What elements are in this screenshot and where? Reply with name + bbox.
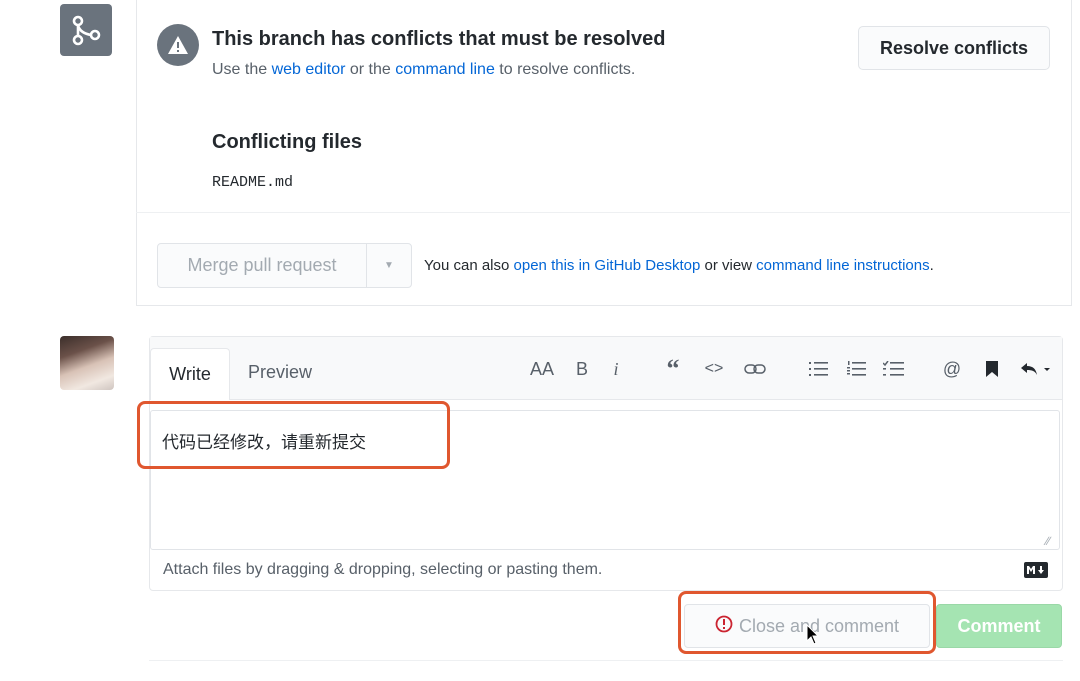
also-text: You can also: [424, 257, 514, 274]
bold-icon[interactable]: B: [570, 356, 594, 382]
attach-files-hint[interactable]: Attach files by dragging & dropping, sel…: [163, 561, 602, 579]
markdown-icon: [1024, 562, 1048, 578]
conflict-title: This branch has conflicts that must be r…: [212, 28, 666, 50]
tab-preview[interactable]: Preview: [248, 362, 312, 383]
saved-reply-icon[interactable]: [980, 356, 1004, 382]
mention-icon[interactable]: @: [938, 356, 966, 382]
subtitle-text: to resolve conflicts.: [494, 61, 636, 78]
command-line-instructions-link[interactable]: command line instructions: [756, 257, 929, 274]
highlight-comment-text: [137, 401, 450, 469]
divider: [136, 212, 1070, 213]
italic-icon[interactable]: i: [606, 356, 626, 382]
merge-options-dropdown[interactable]: ▼: [366, 243, 412, 288]
subtitle-text: Use the: [212, 61, 272, 78]
also-text: .: [929, 257, 934, 274]
code-icon[interactable]: <>: [700, 356, 728, 382]
resize-handle-icon[interactable]: ∕∕: [1046, 534, 1050, 548]
mouse-cursor-icon: [806, 623, 820, 651]
github-desktop-link[interactable]: open this in GitHub Desktop: [514, 257, 701, 274]
unordered-list-icon[interactable]: [806, 356, 832, 382]
conflict-subtitle: Use the web editor or the command line t…: [212, 61, 635, 79]
reply-dropdown-icon[interactable]: [1016, 356, 1056, 382]
divider: [149, 660, 1063, 661]
subtitle-text: or the: [345, 61, 396, 78]
resolve-conflicts-button[interactable]: Resolve conflicts: [858, 26, 1050, 70]
avatar[interactable]: [60, 336, 114, 390]
chevron-down-icon: ▼: [384, 260, 394, 271]
comment-button[interactable]: Comment: [936, 604, 1062, 648]
alert-icon: [157, 24, 199, 66]
ordered-list-icon[interactable]: [844, 356, 870, 382]
link-icon[interactable]: [740, 356, 770, 382]
command-line-link[interactable]: command line: [395, 61, 495, 78]
conflicting-file: README.md: [212, 174, 294, 191]
quote-icon[interactable]: “: [660, 354, 686, 383]
merge-pull-request-button[interactable]: Merge pull request: [157, 243, 367, 288]
also-text: or view: [700, 257, 757, 274]
heading-icon[interactable]: AA: [528, 356, 556, 382]
conflicting-files-heading: Conflicting files: [212, 131, 362, 153]
git-merge-icon: [60, 4, 112, 56]
web-editor-link[interactable]: web editor: [272, 61, 346, 78]
task-list-icon[interactable]: [880, 356, 908, 382]
tab-write[interactable]: Write: [150, 348, 230, 400]
alternative-merge-text: You can also open this in GitHub Desktop…: [424, 257, 934, 274]
